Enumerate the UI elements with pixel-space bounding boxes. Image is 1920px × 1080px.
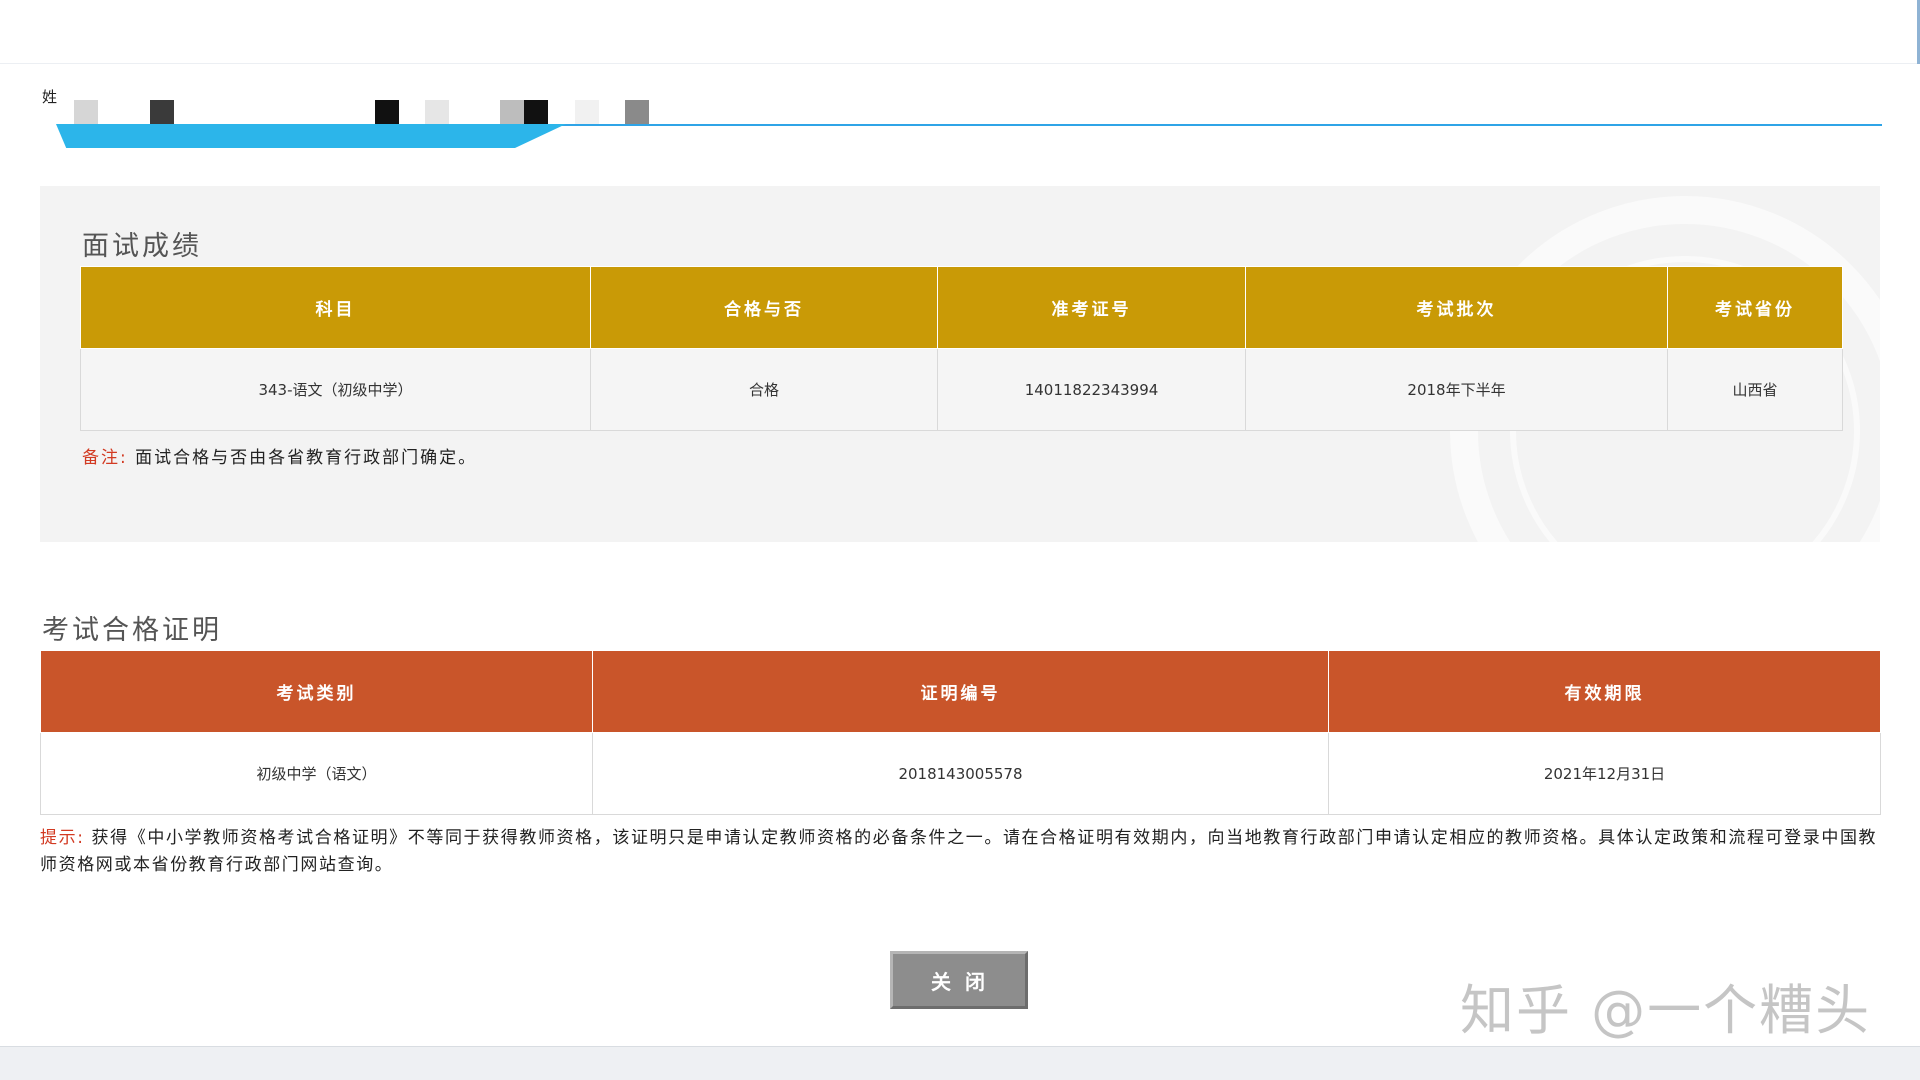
redacted-pixel [575, 100, 599, 124]
candidate-name-area: 姓 [40, 84, 1882, 154]
tip-label: 提示: [40, 828, 85, 848]
cell-ticket-number: 14011822343994 [937, 348, 1246, 431]
redacted-pixel [74, 100, 98, 124]
name-label: 姓 [42, 88, 58, 106]
redacted-pixel [500, 100, 524, 124]
header-province: 考试省份 [1667, 266, 1843, 349]
cell-batch: 2018年下半年 [1245, 348, 1668, 431]
cell-certificate-number: 2018143005578 [592, 732, 1329, 815]
redacted-pixel [425, 100, 449, 124]
interview-section-title: 面试成绩 [82, 231, 202, 262]
certificate-section-title: 考试合格证明 [42, 615, 222, 646]
redacted-pixel [524, 100, 548, 124]
certificate-tip: 提示: 获得《中小学教师资格考试合格证明》不等同于获得教师资格，该证明只是申请认… [40, 825, 1880, 879]
close-button[interactable]: 关闭 [890, 951, 1028, 1009]
top-bar [0, 0, 1920, 64]
cell-subject: 343-语文（初级中学） [80, 348, 591, 431]
cell-exam-category: 初级中学（语文） [40, 732, 593, 815]
certificate-table: 考试类别 证明编号 有效期限 初级中学（语文） 2018143005578 20… [40, 650, 1881, 815]
tip-text: 获得《中小学教师资格考试合格证明》不等同于获得教师资格，该证明只是申请认定教师资… [40, 828, 1878, 875]
interview-table: 科目 合格与否 准考证号 考试批次 考试省份 343-语文（初级中学） 合格 1… [80, 266, 1843, 431]
redacted-pixel [150, 100, 174, 124]
header-subject: 科目 [80, 266, 591, 349]
header-ticket-number: 准考证号 [937, 266, 1246, 349]
cell-validity: 2021年12月31日 [1328, 732, 1881, 815]
table-row: 343-语文（初级中学） 合格 14011822343994 2018年下半年 … [80, 348, 1843, 431]
table-row: 初级中学（语文） 2018143005578 2021年12月31日 [40, 732, 1881, 815]
note-text: 面试合格与否由各省教育行政部门确定。 [135, 448, 478, 468]
name-tab [56, 124, 566, 148]
table-header-row: 考试类别 证明编号 有效期限 [40, 650, 1881, 733]
interview-note: 备注: 面试合格与否由各省教育行政部门确定。 [82, 443, 477, 468]
note-label: 备注: [82, 448, 128, 468]
header-validity: 有效期限 [1328, 650, 1881, 733]
header-pass: 合格与否 [590, 266, 938, 349]
table-header-row: 科目 合格与否 准考证号 考试批次 考试省份 [80, 266, 1843, 349]
zhihu-watermark: 知乎 @一个糟头 [1460, 979, 1872, 1042]
header-certificate-number: 证明编号 [592, 650, 1329, 733]
cell-pass: 合格 [590, 348, 938, 431]
header-batch: 考试批次 [1245, 266, 1668, 349]
cell-province: 山西省 [1667, 348, 1843, 431]
header-exam-category: 考试类别 [40, 650, 593, 733]
redacted-pixel [375, 100, 399, 124]
redacted-pixel [625, 100, 649, 124]
footer-band [0, 1046, 1920, 1080]
